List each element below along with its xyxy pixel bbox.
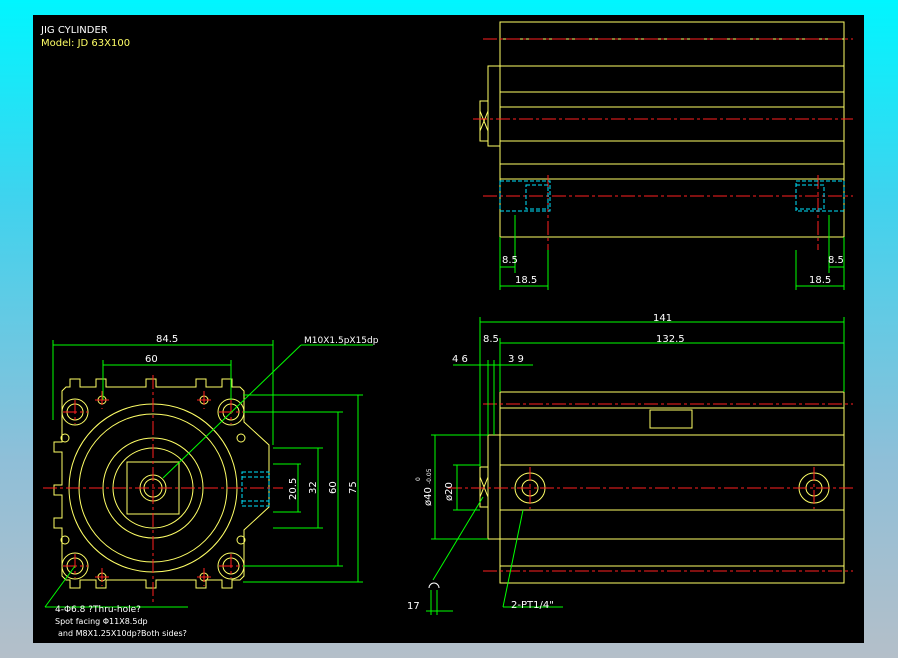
note-thru-hole: 4-Φ6.8 ?Thru-hole? xyxy=(55,605,141,615)
dim-17: 17 xyxy=(407,601,420,612)
dim-32: 32 xyxy=(308,481,319,494)
dim-top-left-8-5: 8.5 xyxy=(502,255,518,266)
model-label: Model: JD 63X100 xyxy=(41,38,130,49)
dim-132-5: 132.5 xyxy=(656,334,685,345)
front-view-dimensions xyxy=(44,340,373,608)
dim-60-height: 60 xyxy=(328,481,339,494)
drawing-canvas: JIG CYLINDER Model: JD 63X100 8.5 18.5 8… xyxy=(33,15,864,643)
side-view-dimensions xyxy=(426,317,845,615)
dim-pt-port: 2-PT1/4" xyxy=(511,600,554,611)
dim-top-right-18-5: 18.5 xyxy=(809,275,831,286)
side-view-centerlines xyxy=(448,403,853,572)
dim-4-6: 4 6 xyxy=(452,354,468,365)
label-plate-icon xyxy=(649,409,693,429)
dim-60-width: 60 xyxy=(145,354,158,365)
top-side-view xyxy=(479,21,845,238)
dim-75: 75 xyxy=(348,481,359,494)
side-view-probe xyxy=(428,582,440,589)
dim-tol-bottom: -0.05 xyxy=(426,468,433,484)
cad-drawing: JIG CYLINDER Model: JD 63X100 8.5 18.5 8… xyxy=(40,21,853,638)
front-view-hidden-port xyxy=(241,471,270,507)
top-view-centerlines xyxy=(473,38,853,250)
dim-phi40: ø40 xyxy=(423,487,434,506)
dim-3-9: 3 9 xyxy=(508,354,524,365)
note-thread: and M8X1.25X10dp?Both sides? xyxy=(58,629,187,638)
dim-top-right-8-5: 8.5 xyxy=(828,255,844,266)
dim-8-5: 8.5 xyxy=(483,334,499,345)
drawing-title: JIG CYLINDER xyxy=(40,25,108,36)
dim-84-5: 84.5 xyxy=(156,334,178,345)
dim-tol-top: 0 xyxy=(415,477,422,481)
dim-141: 141 xyxy=(653,313,672,324)
dim-phi20: ø20 xyxy=(444,482,455,501)
dim-20-5: 20.5 xyxy=(288,478,299,500)
top-view-dimensions xyxy=(499,215,845,290)
note-spot-facing: Spot facing Φ11X8.5dp xyxy=(55,617,148,626)
dim-m10-thread: M10X1.5pX15dp xyxy=(304,336,379,346)
front-end-view xyxy=(53,378,270,589)
dim-top-left-18-5: 18.5 xyxy=(515,275,537,286)
